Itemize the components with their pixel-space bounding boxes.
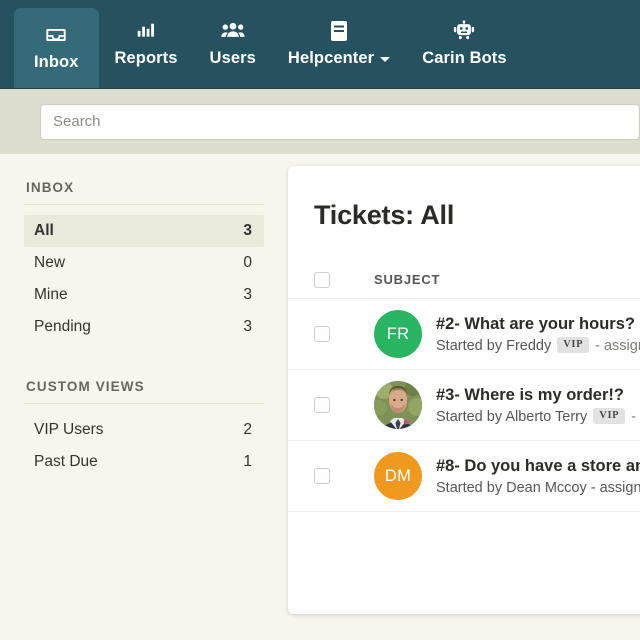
nav-item-users-label: Users [209,49,256,67]
row-select-cell [314,468,374,484]
ticket-meta: Started by Freddy VIP - assigned [436,337,640,354]
sidebar-section-custom-views-title: CUSTOM VIEWS [24,379,264,404]
avatar [374,381,422,429]
sidebar-item-mine[interactable]: Mine 3 [24,279,264,311]
table-header-row: SUBJECT [288,261,640,299]
sidebar-item-all-label: All [34,222,54,239]
nav-item-carin-bots-label: Carin Bots [422,49,507,67]
nav-item-reports[interactable]: Reports [99,0,194,88]
row-subject-cell: #3- Where is my order!? Started by Alber… [436,385,640,425]
ticket-meta: Started by Alberto Terry VIP - ass [436,408,640,425]
ticket-meta-prefix: Started by Freddy [436,337,552,354]
row-checkbox[interactable] [314,397,330,413]
sidebar-item-all-count: 3 [243,222,252,239]
column-header-subject: SUBJECT [374,272,441,287]
ticket-subject[interactable]: #2- What are your hours? [436,314,640,335]
sidebar-item-vip-users-label: VIP Users [34,421,104,438]
avatar-cell: DM [374,452,436,500]
tickets-table: SUBJECT FR #2- What are your hours? Star… [288,261,640,512]
nav-item-inbox[interactable]: Inbox [14,8,99,88]
nav-item-inbox-label: Inbox [34,53,79,71]
sidebar-list-inbox: All 3 New 0 Mine 3 Pending 3 [24,215,264,343]
main-content: Tickets: All SUBJECT FR #2- What are you… [288,154,640,640]
chart-icon [136,20,156,42]
row-checkbox[interactable] [314,326,330,342]
ticket-meta-suffix: - assigned [595,337,640,354]
top-navbar: Inbox Reports Users Helpcenter Carin Bot… [0,0,640,88]
sidebar: INBOX All 3 New 0 Mine 3 Pending 3 CUSTO… [0,154,290,640]
ticket-meta: Started by Dean Mccoy - assigned [436,480,640,496]
avatar-initials: FR [386,324,410,343]
sidebar-item-all[interactable]: All 3 [24,215,264,247]
inbox-icon [45,24,67,46]
nav-item-users[interactable]: Users [194,0,272,88]
sidebar-item-mine-count: 3 [243,286,252,303]
table-row[interactable]: DM #8- Do you have a store anyw Started … [288,441,640,512]
nav-item-carin-bots[interactable]: Carin Bots [406,0,522,88]
row-subject-cell: #2- What are your hours? Started by Fred… [436,314,640,354]
ticket-meta-suffix: - ass [631,408,640,425]
select-all-checkbox[interactable] [314,271,330,288]
row-select-cell [314,326,374,342]
nav-item-helpcenter[interactable]: Helpcenter [272,0,406,88]
avatar-cell: FR [374,310,436,358]
sidebar-item-pending-label: Pending [34,318,91,335]
page-title: Tickets: All [314,200,455,230]
sidebar-item-vip-users-count: 2 [243,421,252,438]
sidebar-item-past-due[interactable]: Past Due 1 [24,446,264,478]
ticket-meta-prefix: Started by Alberto Terry [436,408,588,425]
nav-item-reports-label: Reports [114,49,178,67]
row-subject-cell: #8- Do you have a store anyw Started by … [436,456,640,496]
sidebar-item-pending-count: 3 [243,318,252,335]
avatar: FR [374,310,422,358]
avatar-cell [374,381,436,429]
ticket-subject[interactable]: #8- Do you have a store anyw [436,456,640,477]
avatar-photo [374,381,422,429]
sidebar-item-new[interactable]: New 0 [24,247,264,279]
nav-item-helpcenter-text: Helpcenter [287,49,375,67]
vip-badge: VIP [593,408,626,424]
page-body: INBOX All 3 New 0 Mine 3 Pending 3 CUSTO… [0,154,640,640]
table-row[interactable]: #3- Where is my order!? Started by Alber… [288,370,640,441]
avatar-initials: DM [384,466,412,485]
select-all-cell [314,271,374,288]
book-icon [330,20,348,42]
sidebar-section-inbox-title: INBOX [24,180,264,205]
sidebar-item-mine-label: Mine [34,286,68,303]
sidebar-section-inbox: INBOX All 3 New 0 Mine 3 Pending 3 [24,180,264,343]
robot-icon [453,20,475,42]
chevron-down-icon [380,57,391,62]
users-icon [221,20,245,42]
sidebar-item-new-label: New [34,254,66,271]
tickets-card: Tickets: All SUBJECT FR #2- What are you… [288,166,640,614]
sidebar-item-pending[interactable]: Pending 3 [24,311,264,343]
row-select-cell [314,397,374,413]
sidebar-item-past-due-label: Past Due [34,453,98,470]
avatar: DM [374,452,422,500]
sidebar-item-past-due-count: 1 [243,453,252,470]
row-checkbox[interactable] [314,468,330,484]
sidebar-list-custom-views: VIP Users 2 Past Due 1 [24,414,264,478]
search-input[interactable] [40,103,640,140]
search-bar-container [0,88,640,154]
vip-badge: VIP [557,337,590,353]
nav-item-helpcenter-label: Helpcenter [287,49,391,68]
ticket-subject[interactable]: #3- Where is my order!? [436,385,640,406]
sidebar-section-custom-views: CUSTOM VIEWS VIP Users 2 Past Due 1 [24,379,264,478]
sidebar-item-new-count: 0 [243,254,252,271]
table-row[interactable]: FR #2- What are your hours? Started by F… [288,299,640,370]
sidebar-item-vip-users[interactable]: VIP Users 2 [24,414,264,446]
ticket-meta-prefix: Started by Dean Mccoy - assigned [436,479,640,496]
